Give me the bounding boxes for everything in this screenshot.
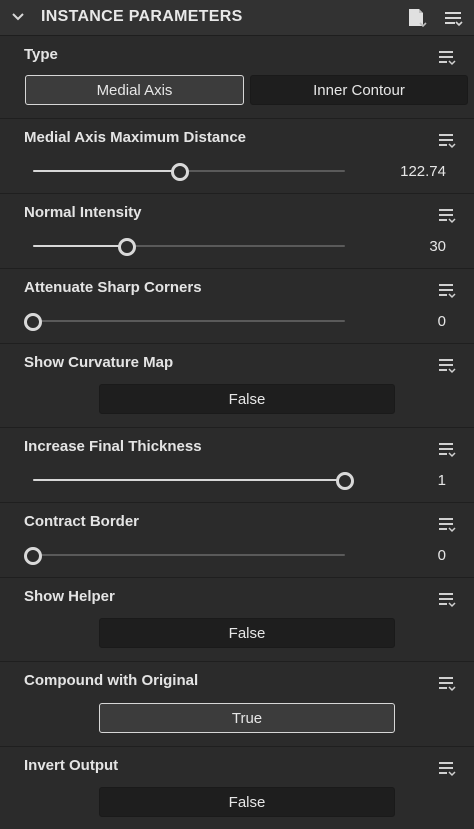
chevron-down-icon[interactable] bbox=[10, 9, 26, 25]
param-menu-icon[interactable] bbox=[437, 206, 459, 226]
param-label: Show Curvature Map bbox=[24, 354, 174, 371]
show-helper-toggle[interactable]: False bbox=[99, 618, 395, 648]
compound-with-original-toggle[interactable]: True bbox=[99, 703, 395, 733]
slider-track[interactable] bbox=[33, 320, 345, 322]
slider-fill bbox=[33, 170, 180, 172]
param-value: 0 bbox=[437, 313, 446, 330]
preset-icon[interactable] bbox=[405, 6, 429, 30]
param-medial-axis-max-distance: Medial Axis Maximum Distance 122.74 bbox=[0, 119, 474, 194]
param-menu-icon[interactable] bbox=[437, 440, 459, 460]
param-value: 0 bbox=[437, 547, 446, 564]
slider-knob[interactable] bbox=[170, 163, 189, 181]
param-type: Type Medial Axis Inner Contour bbox=[0, 36, 474, 119]
param-menu-icon[interactable] bbox=[437, 356, 459, 376]
slider-fill bbox=[33, 245, 127, 247]
param-invert-output: Invert Output False bbox=[0, 747, 474, 829]
param-show-helper: Show Helper False bbox=[0, 578, 474, 662]
param-attenuate-sharp-corners: Attenuate Sharp Corners 0 bbox=[0, 269, 474, 344]
slider-knob[interactable] bbox=[117, 238, 136, 256]
slider-track[interactable] bbox=[33, 245, 345, 247]
type-option-medial-axis[interactable]: Medial Axis bbox=[25, 75, 244, 105]
param-value: 1 bbox=[437, 472, 446, 489]
panel-title: INSTANCE PARAMETERS bbox=[41, 8, 243, 25]
param-menu-icon[interactable] bbox=[437, 590, 459, 610]
slider-track[interactable] bbox=[33, 554, 345, 556]
param-label: Increase Final Thickness bbox=[24, 438, 202, 455]
param-label: Compound with Original bbox=[24, 672, 199, 689]
slider-knob[interactable] bbox=[336, 472, 354, 490]
param-value: 30 bbox=[429, 238, 446, 255]
show-curvature-map-toggle[interactable]: False bbox=[99, 384, 395, 414]
param-label: Contract Border bbox=[24, 513, 140, 530]
invert-output-toggle[interactable]: False bbox=[99, 787, 395, 817]
slider-knob[interactable] bbox=[24, 313, 42, 331]
slider-knob[interactable] bbox=[24, 547, 42, 565]
param-menu-icon[interactable] bbox=[437, 48, 459, 68]
panel-header[interactable]: INSTANCE PARAMETERS bbox=[0, 0, 474, 36]
param-menu-icon[interactable] bbox=[437, 131, 459, 151]
panel-menu-icon[interactable] bbox=[442, 7, 464, 29]
param-normal-intensity: Normal Intensity 30 bbox=[0, 194, 474, 269]
param-compound-with-original: Compound with Original True bbox=[0, 662, 474, 747]
param-menu-icon[interactable] bbox=[437, 515, 459, 535]
instance-parameters-panel: INSTANCE PARAMETERS Type Medial Axis Inn… bbox=[0, 0, 474, 829]
param-menu-icon[interactable] bbox=[437, 281, 459, 301]
param-label: Type bbox=[24, 46, 58, 63]
param-increase-final-thickness: Increase Final Thickness 1 bbox=[0, 428, 474, 503]
param-value: 122.74 bbox=[400, 163, 446, 180]
slider-fill bbox=[33, 479, 345, 481]
param-label: Invert Output bbox=[24, 757, 119, 774]
param-label: Attenuate Sharp Corners bbox=[24, 279, 202, 296]
param-menu-icon[interactable] bbox=[437, 759, 459, 779]
param-label: Show Helper bbox=[24, 588, 115, 605]
type-option-inner-contour[interactable]: Inner Contour bbox=[250, 75, 468, 105]
param-menu-icon[interactable] bbox=[437, 674, 459, 694]
param-contract-border: Contract Border 0 bbox=[0, 503, 474, 578]
param-label: Medial Axis Maximum Distance bbox=[24, 129, 247, 146]
slider-track[interactable] bbox=[33, 479, 345, 481]
param-show-curvature-map: Show Curvature Map False bbox=[0, 344, 474, 428]
param-label: Normal Intensity bbox=[24, 204, 142, 221]
slider-track[interactable] bbox=[33, 170, 345, 172]
